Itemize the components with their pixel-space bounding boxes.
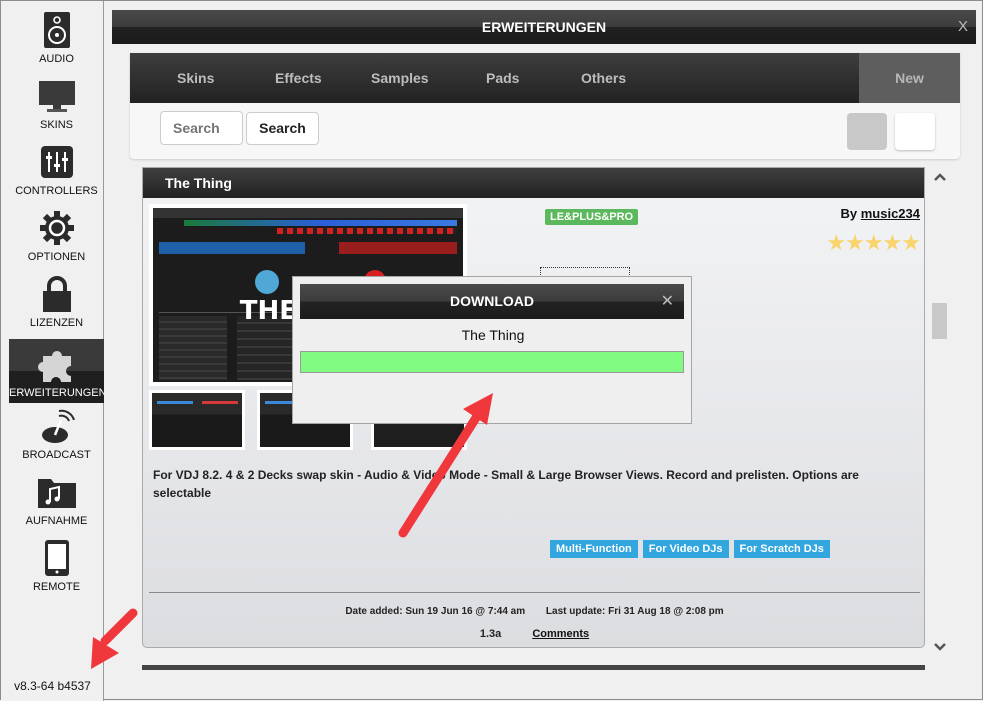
sidebar-item-controllers[interactable]: CONTROLLERS	[9, 137, 104, 201]
rating-stars: ★★★★★	[826, 230, 921, 255]
gear-icon	[9, 207, 104, 249]
window-titlebar: ERWEITERUNGEN X	[112, 10, 976, 44]
tab-others[interactable]: Others	[581, 53, 626, 103]
close-icon[interactable]: ✕	[661, 284, 674, 319]
sidebar-item-aufnahme[interactable]: AUFNAHME	[9, 467, 104, 531]
scrollbar-thumb[interactable]	[932, 303, 947, 339]
lock-icon	[9, 273, 104, 315]
version-comments: 1.3a Comments	[143, 628, 924, 640]
filter-panel: Skins Effects Samples Pads Others New Se…	[130, 53, 960, 159]
sidebar-item-label: ERWEITERUNGEN	[9, 387, 104, 399]
search-input[interactable]	[160, 111, 243, 145]
sidebar-item-lizenzen[interactable]: LIZENZEN	[9, 269, 104, 333]
search-button[interactable]: Search	[246, 112, 319, 145]
sidebar-item-skins[interactable]: SKINS	[9, 71, 104, 135]
tab-effects[interactable]: Effects	[275, 53, 322, 103]
extension-version: 1.3a	[479, 628, 502, 640]
window-title: ERWEITERUNGEN	[481, 19, 607, 35]
sidebar-item-broadcast[interactable]: BROADCAST	[9, 401, 104, 465]
scroll-down-icon[interactable]	[932, 639, 948, 655]
sidebar-item-remote[interactable]: REMOTE	[9, 533, 104, 597]
tab-new[interactable]: New	[859, 53, 960, 103]
sidebar-item-label: AUFNAHME	[25, 515, 88, 527]
broadcast-icon	[9, 405, 104, 447]
sidebar-item-label: CONTROLLERS	[15, 185, 98, 197]
download-progress-fill	[301, 352, 683, 372]
thumbnail[interactable]	[149, 390, 245, 450]
sidebar-item-audio[interactable]: AUDIO	[9, 5, 104, 69]
sidebar-item-optionen[interactable]: OPTIONEN	[9, 203, 104, 267]
sidebar-item-label: BROADCAST	[22, 449, 91, 461]
view-toggle-list-button[interactable]	[895, 113, 935, 150]
compatibility-badge: LE&PLUS&PRO	[545, 209, 639, 225]
comments-link[interactable]: Comments	[532, 628, 589, 640]
version-label: v8.3-64 b4537	[14, 679, 91, 693]
tab-skins[interactable]: Skins	[177, 53, 214, 103]
author-prefix: By	[840, 206, 858, 221]
sidebar-item-label: LIZENZEN	[29, 317, 84, 329]
tag-for-video-djs[interactable]: For Video DJs	[642, 540, 729, 558]
screenshot-overlay-text: THE	[239, 296, 298, 326]
sidebar-item-label: OPTIONEN	[27, 251, 86, 263]
category-tabs: Skins Effects Samples Pads Others New	[130, 53, 960, 103]
speaker-icon	[9, 9, 104, 51]
download-dialog-title: DOWNLOAD	[450, 293, 534, 309]
download-dialog: DOWNLOAD ✕ The Thing	[292, 276, 692, 424]
close-icon[interactable]: X	[958, 10, 968, 44]
download-progress-bar	[300, 351, 684, 373]
sidebar-item-label: AUDIO	[39, 53, 74, 65]
download-item-name: The Thing	[461, 327, 525, 343]
sidebar-item-erweiterungen[interactable]: ERWEITERUNGEN	[9, 339, 104, 403]
monitor-icon	[9, 75, 104, 117]
date-info: Date added: Sun 19 Jun 16 @ 7:44 am Last…	[143, 606, 924, 617]
sidebar-item-label: REMOTE	[32, 581, 81, 593]
tab-pads[interactable]: Pads	[486, 53, 519, 103]
extension-title: The Thing	[143, 168, 924, 198]
sidebar-item-label: SKINS	[39, 119, 73, 131]
date-added: Date added: Sun 19 Jun 16 @ 7:44 am	[345, 606, 526, 617]
phone-icon	[9, 537, 104, 579]
view-toggle-grid-button[interactable]	[847, 113, 887, 150]
last-update: Last update: Fri 31 Aug 18 @ 2:08 pm	[545, 606, 724, 617]
music-folder-icon	[9, 471, 104, 513]
puzzle-icon	[9, 343, 104, 385]
scroll-up-icon[interactable]	[932, 169, 948, 185]
next-card-header	[142, 665, 925, 670]
tag-for-scratch-djs[interactable]: For Scratch DJs	[733, 540, 830, 558]
author-line: By music234	[840, 206, 920, 221]
author-link[interactable]: music234	[861, 206, 920, 221]
tag-list: Multi-Function For Video DJs For Scratch…	[550, 540, 830, 558]
sidebar: AUDIO SKINS CONTROLLERS OPTIONEN LIZENZE…	[1, 1, 104, 701]
download-dialog-titlebar: DOWNLOAD ✕	[300, 284, 684, 319]
sliders-icon	[9, 141, 104, 183]
app-window: AUDIO SKINS CONTROLLERS OPTIONEN LIZENZE…	[0, 0, 983, 701]
tab-samples[interactable]: Samples	[371, 53, 429, 103]
tag-multi-function[interactable]: Multi-Function	[550, 540, 638, 558]
extension-description: For VDJ 8.2. 4 & 2 Decks swap skin - Aud…	[153, 468, 859, 500]
divider	[149, 592, 920, 593]
